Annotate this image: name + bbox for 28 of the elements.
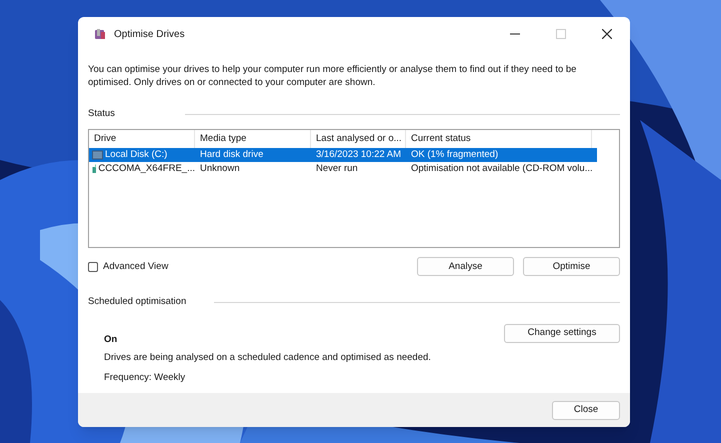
frequency-text: Frequency: Weekly xyxy=(104,371,186,385)
schedule-description: Drives are being analysed on a scheduled cadence and optimised as needed. xyxy=(104,350,431,365)
table-cell: Optimisation not available (CD-ROM volu... xyxy=(411,162,593,176)
drive-row[interactable]: Local Disk (C:) Hard disk drive 3/16/2023 10:22 AM OK (1% fragmented) xyxy=(89,148,597,162)
close-icon[interactable] xyxy=(602,29,612,39)
maximize-icon xyxy=(556,29,566,39)
section-heading: Scheduled optimisation xyxy=(88,295,186,310)
analyse-button[interactable]: Analyse xyxy=(417,257,514,276)
optimise-button[interactable]: Optimise xyxy=(523,257,620,276)
advanced-view-checkbox[interactable]: Advanced View xyxy=(88,260,168,274)
drive-icon xyxy=(94,28,106,40)
table-cell: CCCOMA_X64FRE_... xyxy=(98,162,195,176)
drive-row[interactable]: CCCOMA_X64FRE_... Unknown Never run Optimisation not available (CD-ROM volu... xyxy=(89,162,597,176)
table-cell: Local Disk (C:) xyxy=(105,148,168,162)
table-cell: Hard disk drive xyxy=(200,148,264,162)
table-cell: 3/16/2023 10:22 AM xyxy=(316,148,402,162)
table-cell: OK (1% fragmented) xyxy=(411,148,498,162)
table-cell: Never run xyxy=(316,162,358,176)
minimize-icon[interactable] xyxy=(510,33,520,35)
drive-icon xyxy=(92,164,96,174)
description-text: You can optimise your drives to help your computer run more efficiently or analyse them to find out if they need to be optimised. Only drives on or connected to your computer are shown. xyxy=(88,63,578,89)
window-title: Optimise Drives xyxy=(114,28,185,42)
close-button[interactable]: Close xyxy=(552,400,620,420)
schedule-state: On xyxy=(104,332,118,346)
hard-drive-icon xyxy=(92,150,103,160)
change-settings-button[interactable]: Change settings xyxy=(504,324,620,342)
table-cell: Unknown xyxy=(200,162,240,176)
section-heading: Status xyxy=(88,107,115,121)
